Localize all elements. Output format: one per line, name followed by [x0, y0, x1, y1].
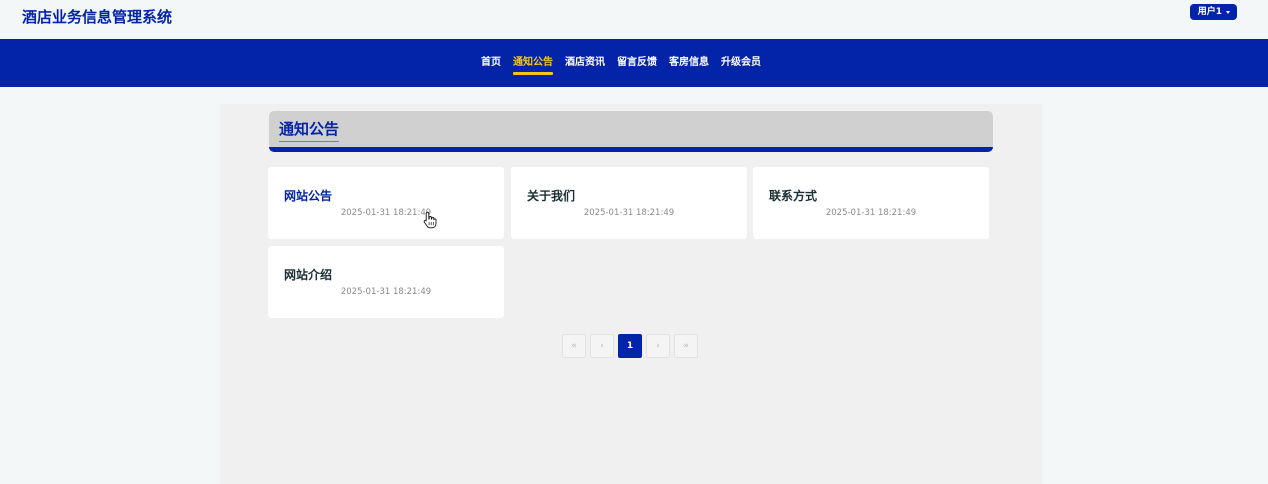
- page-next-button[interactable]: ›: [646, 334, 670, 358]
- chevron-down-icon: [1226, 11, 1230, 14]
- notice-title[interactable]: 网站公告: [284, 187, 332, 204]
- notice-title[interactable]: 网站介绍: [284, 266, 332, 283]
- notice-card-contact[interactable]: 联系方式 2025-01-31 18:21:49: [753, 167, 989, 239]
- nav-item-feedback[interactable]: 留言反馈: [611, 39, 663, 87]
- notice-card-site-intro[interactable]: 网站介绍 2025-01-31 18:21:49: [268, 246, 504, 318]
- user-menu-button[interactable]: 用户1: [1189, 4, 1237, 20]
- nav-item-rooms[interactable]: 客房信息: [663, 39, 715, 87]
- nav-item-home[interactable]: 首页: [475, 39, 507, 87]
- nav-items: 首页 通知公告 酒店资讯 留言反馈 客房信息 升级会员: [475, 39, 767, 87]
- notice-card-site-announcement[interactable]: 网站公告 2025-01-31 18:21:49: [268, 167, 504, 239]
- section-header: 通知公告: [269, 111, 993, 152]
- notice-card-about-us[interactable]: 关于我们 2025-01-31 18:21:49: [511, 167, 747, 239]
- page-prev-button[interactable]: ‹: [590, 334, 614, 358]
- notice-title[interactable]: 联系方式: [769, 187, 817, 204]
- notice-date: 2025-01-31 18:21:49: [825, 208, 917, 218]
- main-content: 通知公告 网站公告 2025-01-31 18:21:49 关于我们 2025-…: [220, 104, 1042, 484]
- notice-date: 2025-01-31 18:21:49: [583, 208, 675, 218]
- nav-item-notices[interactable]: 通知公告: [507, 39, 559, 87]
- page-first-button[interactable]: «: [562, 334, 586, 358]
- nav-item-hotel-news[interactable]: 酒店资讯: [559, 39, 611, 87]
- notice-title[interactable]: 关于我们: [527, 187, 575, 204]
- nav-item-upgrade-member[interactable]: 升级会员: [715, 39, 767, 87]
- page-number-button[interactable]: 1: [618, 334, 642, 358]
- page-last-button[interactable]: »: [674, 334, 698, 358]
- app-title[interactable]: 酒店业务信息管理系统: [22, 6, 172, 27]
- main-nav: 首页 通知公告 酒店资讯 留言反馈 客房信息 升级会员: [0, 39, 1268, 87]
- top-bar: 酒店业务信息管理系统 用户1: [0, 0, 1268, 39]
- hand-cursor-icon: [423, 211, 437, 229]
- pagination: « ‹ 1 › »: [562, 334, 698, 358]
- user-menu-label: 用户1: [1197, 7, 1222, 17]
- section-title: 通知公告: [279, 118, 340, 142]
- notice-date: 2025-01-31 18:21:49: [340, 287, 432, 297]
- notice-date: 2025-01-31 18:21:49: [340, 208, 432, 218]
